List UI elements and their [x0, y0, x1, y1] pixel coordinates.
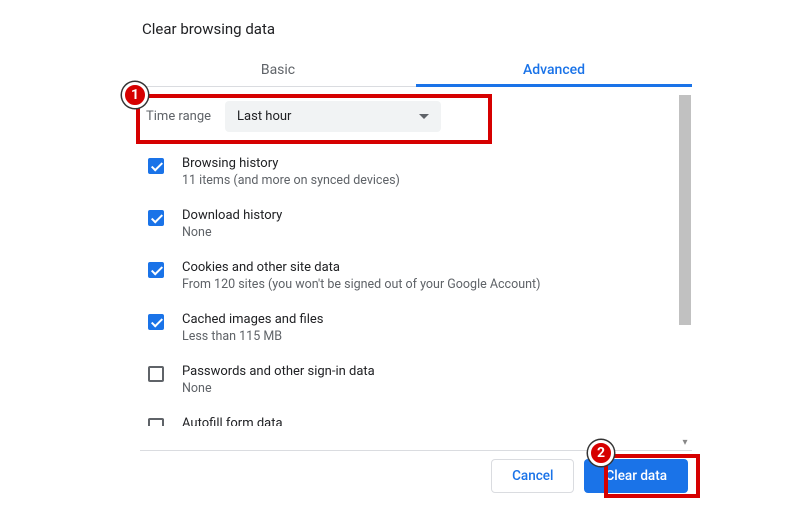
checkbox-cache[interactable] [148, 314, 164, 330]
option-subtitle: 11 items (and more on synced devices) [182, 173, 400, 188]
option-subtitle: From 120 sites (you won't be signed out … [182, 277, 540, 292]
option-title: Passwords and other sign-in data [182, 364, 375, 379]
checkbox-browsing-history[interactable] [148, 158, 164, 174]
scrollbar[interactable]: ▾ [678, 95, 692, 447]
tab-bar: Basic Advanced [140, 52, 692, 87]
option-subtitle: Less than 115 MB [182, 329, 323, 344]
options-list: Browsing history 11 items (and more on s… [140, 146, 692, 426]
option-title: Download history [182, 208, 282, 223]
option-subtitle: None [182, 225, 282, 240]
scroll-thumb[interactable] [679, 95, 691, 325]
option-passwords: Passwords and other sign-in data None [148, 354, 684, 406]
option-title: Cookies and other site data [182, 260, 540, 275]
time-range-label: Time range [146, 109, 211, 124]
tab-advanced[interactable]: Advanced [416, 52, 692, 86]
checkbox-cookies[interactable] [148, 262, 164, 278]
cancel-button[interactable]: Cancel [491, 459, 574, 493]
option-autofill: Autofill form data [148, 406, 684, 426]
option-download-history: Download history None [148, 198, 684, 250]
option-cookies: Cookies and other site data From 120 sit… [148, 250, 684, 302]
option-subtitle: None [182, 381, 375, 396]
option-browsing-history: Browsing history 11 items (and more on s… [148, 146, 684, 198]
dialog-title: Clear browsing data [140, 20, 692, 38]
dialog-footer: Cancel Clear data [140, 450, 692, 493]
chevron-down-icon [419, 114, 429, 119]
option-title: Browsing history [182, 156, 400, 171]
option-title: Cached images and files [182, 312, 323, 327]
scroll-down-icon[interactable]: ▾ [680, 437, 690, 447]
time-range-value: Last hour [237, 109, 291, 124]
option-title: Autofill form data [182, 416, 283, 426]
dialog-content: Time range Last hour Browsing history 11… [140, 87, 692, 447]
clear-browsing-data-dialog: Clear browsing data Basic Advanced Time … [140, 20, 692, 447]
time-range-row: Time range Last hour [140, 87, 492, 146]
clear-data-button[interactable]: Clear data [584, 459, 688, 493]
checkbox-download-history[interactable] [148, 210, 164, 226]
checkbox-passwords[interactable] [148, 366, 164, 382]
option-cache: Cached images and files Less than 115 MB [148, 302, 684, 354]
checkbox-autofill[interactable] [148, 418, 164, 426]
time-range-select[interactable]: Last hour [225, 101, 441, 132]
tab-basic[interactable]: Basic [140, 52, 416, 86]
